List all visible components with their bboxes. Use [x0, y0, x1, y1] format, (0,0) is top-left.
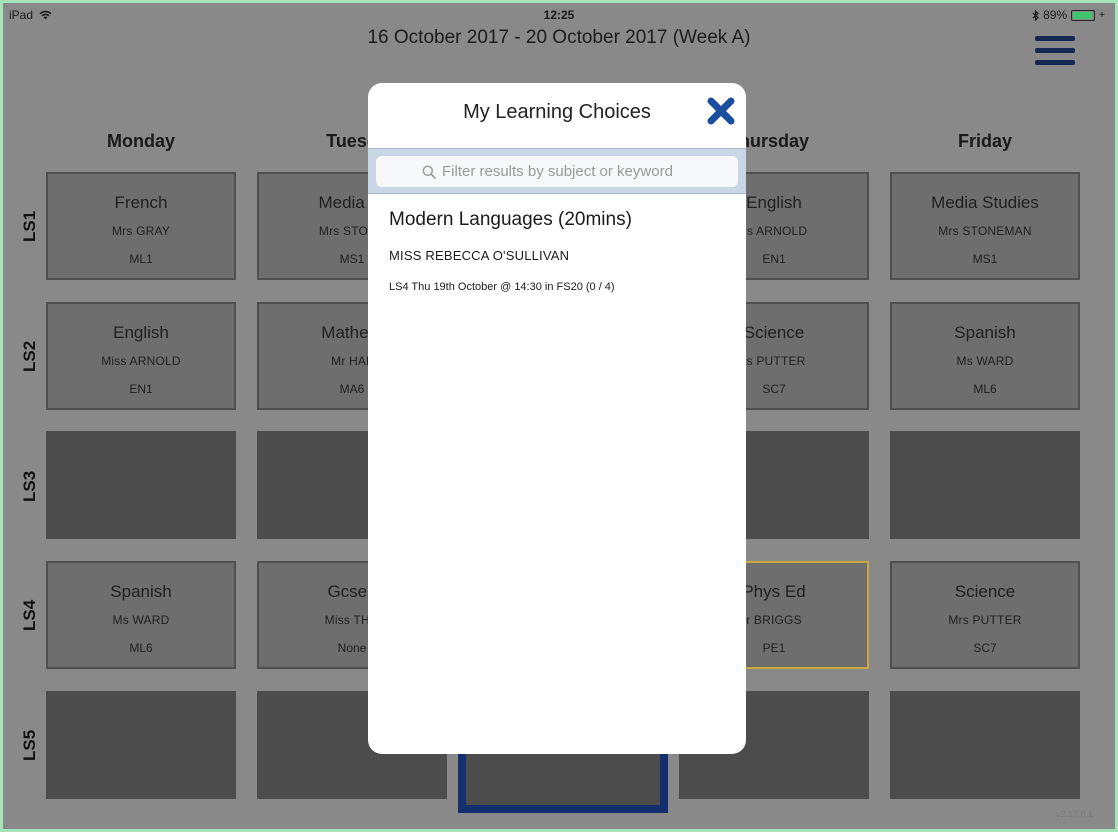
status-bar: iPad 12:25 89% + — [3, 3, 1115, 25]
search-input[interactable] — [442, 163, 692, 180]
lesson-teacher: Miss ARNOLD — [101, 354, 181, 368]
status-right: 89% + — [1032, 8, 1105, 22]
lesson-room: MS1 — [972, 252, 998, 266]
period-label-ls5: LS5 — [20, 729, 39, 761]
lesson-teacher: Mrs PUTTER — [948, 613, 1022, 627]
lesson-subject: Science — [954, 582, 1016, 601]
lesson-cell-monday-ls2[interactable]: English Miss ARNOLD EN1 — [46, 302, 236, 410]
battery-percent: 89% — [1043, 8, 1068, 22]
week-title: 16 October 2017 - 20 October 2017 (Week … — [367, 27, 751, 48]
choice-teacher-name: MISS REBECCA O'SULLIVAN — [389, 248, 570, 263]
lesson-cell-friday-ls1[interactable]: Media Studies Mrs STONEMAN MS1 — [890, 172, 1080, 280]
empty-slot-friday-ls3[interactable] — [890, 431, 1080, 539]
lesson-teacher: Ms WARD — [112, 613, 170, 627]
search-icon — [422, 165, 436, 179]
app-screen: iPad 12:25 89% + 16 October 2017 - 20 Oc… — [3, 3, 1115, 829]
lesson-subject: Media Studies — [931, 193, 1039, 212]
period-label-ls3: LS3 — [20, 470, 39, 502]
lesson-subject: Spanish — [954, 323, 1016, 342]
lesson-cell-friday-ls2[interactable]: Spanish Ms WARD ML6 — [890, 302, 1080, 410]
lesson-room: SC7 — [973, 641, 997, 655]
battery-icon — [1071, 9, 1096, 21]
day-header-friday: Friday — [957, 131, 1013, 151]
lesson-cell-friday-ls4[interactable]: Science Mrs PUTTER SC7 — [890, 561, 1080, 669]
close-x-icon[interactable] — [706, 96, 736, 126]
lesson-subject: Spanish — [110, 582, 172, 601]
choice-group: Modern Languages (20mins) MISS REBECCA O… — [389, 209, 730, 295]
learning-choices-modal: My Learning Choices Modern Languages (20… — [368, 83, 746, 754]
choice-session-item[interactable]: LS4 Thu 19th October @ 14:30 in FS20 (0 … — [389, 279, 730, 295]
lesson-cell-monday-ls1[interactable]: French Mrs GRAY ML1 — [46, 172, 236, 280]
lesson-subject: French — [114, 193, 168, 212]
hamburger-menu-icon[interactable] — [1035, 36, 1075, 70]
period-label-ls4: LS4 — [20, 599, 39, 631]
menu-line — [1035, 36, 1075, 41]
lesson-room: EN1 — [129, 382, 153, 396]
lesson-teacher: Ms WARD — [956, 354, 1014, 368]
bluetooth-icon — [1032, 9, 1039, 21]
battery-fill — [1073, 11, 1093, 19]
choice-group-title: Modern Languages (20mins) — [389, 209, 632, 230]
status-time: 12:25 — [543, 8, 575, 22]
lesson-room: ML6 — [129, 641, 153, 655]
search-box[interactable] — [376, 156, 738, 187]
menu-line — [1035, 48, 1075, 53]
day-header-monday: Monday — [106, 131, 175, 151]
period-label-ls2: LS2 — [20, 340, 39, 372]
empty-slot-friday-ls5[interactable] — [890, 691, 1080, 799]
lesson-teacher: Mrs GRAY — [111, 224, 171, 238]
modal-title: My Learning Choices — [463, 101, 651, 123]
empty-slot-monday-ls5[interactable] — [46, 691, 236, 799]
charging-icon: + — [1099, 9, 1105, 21]
version-label: v2.17.0.1 — [1055, 809, 1093, 819]
menu-line — [1035, 60, 1075, 65]
empty-slot-monday-ls3[interactable] — [46, 431, 236, 539]
search-bar — [368, 148, 746, 194]
period-label-ls1: LS1 — [20, 210, 39, 242]
lesson-teacher: Mrs STONEMAN — [938, 224, 1032, 238]
lesson-room: ML6 — [973, 382, 997, 396]
lesson-room: ML1 — [129, 252, 153, 266]
lesson-subject: English — [113, 323, 169, 342]
lesson-cell-monday-ls4[interactable]: Spanish Ms WARD ML6 — [46, 561, 236, 669]
